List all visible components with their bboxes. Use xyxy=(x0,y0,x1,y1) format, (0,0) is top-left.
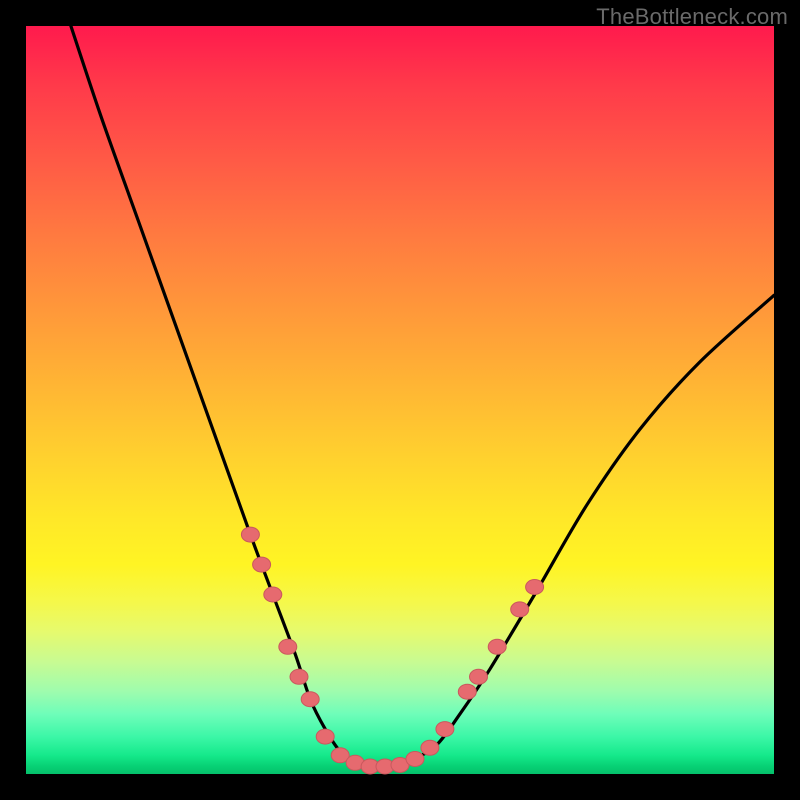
curve-marker xyxy=(470,669,488,684)
marker-layer xyxy=(241,527,543,774)
curve-marker xyxy=(241,527,259,542)
curve-marker xyxy=(511,602,529,617)
curve-marker xyxy=(253,557,271,572)
curve-marker xyxy=(436,722,454,737)
curve-marker xyxy=(458,684,476,699)
chart-svg xyxy=(26,26,774,774)
curve-marker xyxy=(264,587,282,602)
curve-layer xyxy=(71,26,774,767)
bottleneck-curve-path xyxy=(71,26,774,767)
curve-marker xyxy=(488,639,506,654)
watermark-text: TheBottleneck.com xyxy=(596,4,788,30)
curve-marker xyxy=(406,752,424,767)
curve-marker xyxy=(290,669,308,684)
curve-marker xyxy=(279,639,297,654)
chart-frame: TheBottleneck.com xyxy=(0,0,800,800)
curve-marker xyxy=(421,740,439,755)
curve-marker xyxy=(526,580,544,595)
curve-marker xyxy=(316,729,334,744)
curve-marker xyxy=(301,692,319,707)
